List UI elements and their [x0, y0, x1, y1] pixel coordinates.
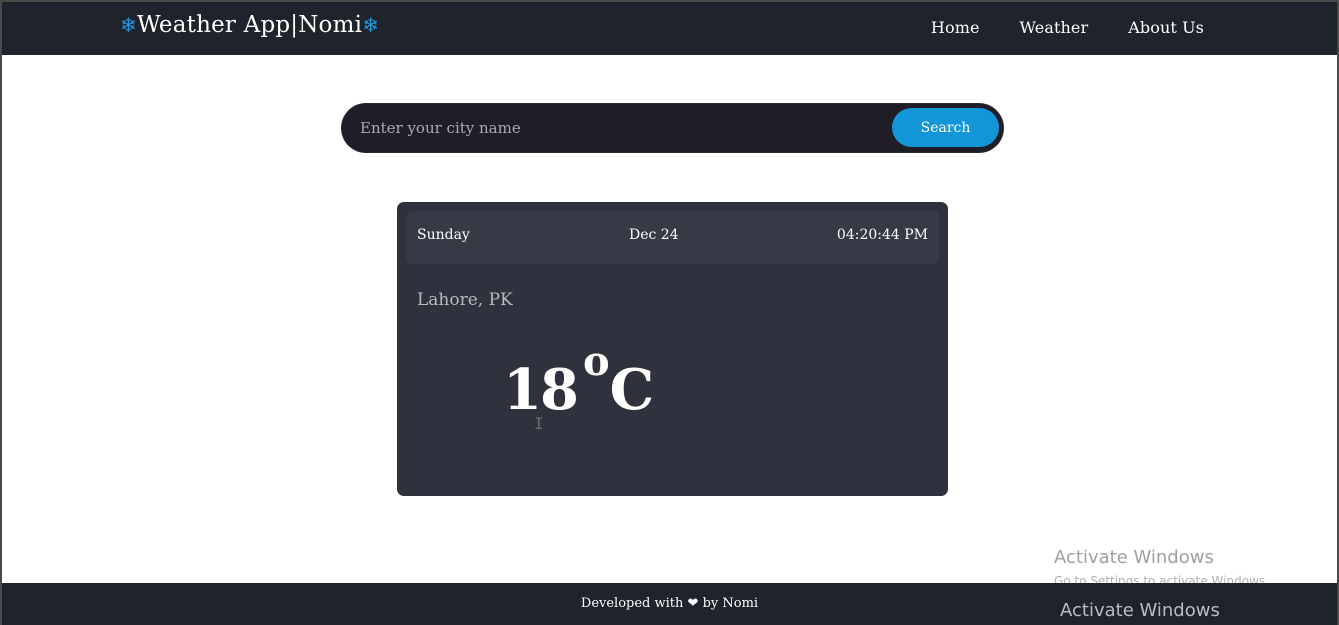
nav-link-home[interactable]: Home [931, 18, 980, 37]
temperature-value: 18 [503, 357, 579, 423]
city-search-input[interactable] [360, 104, 880, 152]
snowflake-icon: ❄ [362, 13, 380, 37]
nav-link-about-us[interactable]: About Us [1128, 18, 1204, 37]
watermark-title-repeat: Activate Windows [1060, 600, 1220, 621]
activate-windows-watermark: Activate Windows Go to Settings to activ… [1054, 547, 1269, 588]
watermark-title: Activate Windows [1054, 547, 1214, 568]
temperature-display: 18 o C [503, 338, 655, 423]
degree-symbol: o [582, 338, 610, 385]
date-label: Dec 24 [629, 227, 679, 243]
nav-links: Home Weather About Us [931, 18, 1204, 37]
brand-logo[interactable]: ❄ Weather App|Nomi ❄ [120, 12, 379, 38]
temperature-unit: C [609, 357, 655, 423]
city-label: Lahore, PK [417, 290, 513, 310]
day-label: Sunday [417, 227, 470, 243]
weather-card: Sunday Dec 24 04:20:44 PM Lahore, PK 18 … [397, 202, 948, 496]
browser-viewport: ❄ Weather App|Nomi ❄ Home Weather About … [0, 0, 1339, 625]
time-label: 04:20:44 PM [836, 227, 928, 243]
snowflake-icon: ❄ [120, 13, 137, 37]
navbar: ❄ Weather App|Nomi ❄ Home Weather About … [2, 2, 1337, 55]
text-cursor-icon: I [534, 414, 544, 433]
search-bar: Search [342, 104, 1003, 152]
heart-icon: ❤ [687, 596, 699, 611]
card-header: Sunday Dec 24 04:20:44 PM [406, 211, 939, 264]
brand-title: Weather App|Nomi [136, 12, 363, 38]
footer-suffix: by Nomi [702, 596, 759, 611]
nav-link-weather[interactable]: Weather [1020, 18, 1089, 37]
footer-prefix: Developed with [580, 596, 684, 611]
search-button[interactable]: Search [892, 108, 999, 147]
